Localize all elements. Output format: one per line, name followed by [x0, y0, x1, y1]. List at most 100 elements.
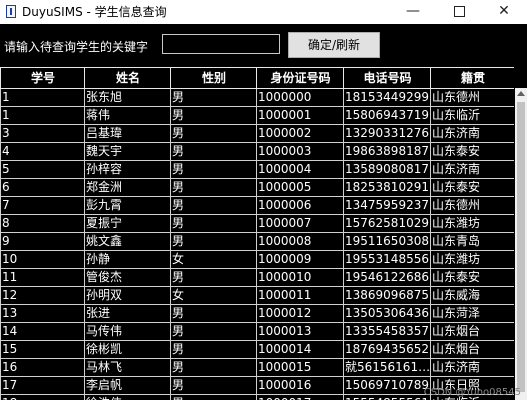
cell-gender[interactable]: 男 [170, 196, 257, 215]
cell-hometown[interactable]: 山东泰安 [430, 178, 514, 197]
cell-hometown[interactable]: 山东威海 [430, 286, 514, 305]
cell-gender[interactable]: 女 [170, 286, 257, 305]
cell-gender[interactable]: 男 [170, 358, 257, 377]
cell-hometown[interactable]: 山东济南 [430, 124, 514, 143]
maximize-button[interactable] [436, 0, 482, 24]
vertical-scrollbar[interactable] [515, 88, 527, 400]
cell-id-card[interactable]: 1000010 [256, 268, 344, 287]
cell-id-card[interactable]: 1000005 [256, 178, 344, 197]
cell-gender[interactable]: 男 [170, 214, 257, 233]
cell-gender[interactable]: 男 [170, 340, 257, 359]
cell-student-id[interactable]: 5 [0, 160, 85, 179]
cell-name[interactable]: 马传伟 [84, 322, 171, 341]
cell-name[interactable]: 蒋伟 [84, 106, 171, 125]
cell-phone[interactable]: 19511650308 [343, 232, 431, 251]
cell-gender[interactable]: 男 [170, 394, 257, 400]
search-input[interactable] [162, 34, 280, 54]
table-row[interactable]: 6 郑金洲男 1000005 18253810291 山东泰安 [0, 178, 514, 197]
cell-gender[interactable]: 男 [170, 124, 257, 143]
cell-hometown[interactable]: 山东济南 [430, 358, 514, 377]
cell-hometown[interactable]: 山东德州 [430, 196, 514, 215]
table-row[interactable]: 5 孙梓容男 1000004 13589080817 山东济南 [0, 160, 514, 179]
cell-name[interactable]: 魏天宇 [84, 142, 171, 161]
table-row[interactable]: 1 蒋伟男 1000001 15806943719 山东临沂 [0, 106, 514, 125]
cell-hometown[interactable]: 山东德州 [430, 88, 514, 107]
close-button[interactable]: ✕ [481, 0, 527, 24]
cell-student-id[interactable]: 10 [0, 250, 85, 269]
minimize-button[interactable]: — [390, 0, 436, 24]
cell-phone[interactable]: 15554855561 [343, 394, 431, 400]
cell-gender[interactable]: 男 [170, 268, 257, 287]
cell-student-id[interactable]: 1 [0, 88, 85, 107]
cell-phone[interactable]: 13589080817 [343, 160, 431, 179]
table-row[interactable]: 10 孙静女 1000009 19553148556 山东潍坊 [0, 250, 514, 269]
scroll-up-arrow-icon[interactable] [517, 91, 525, 96]
cell-phone[interactable]: 15806943719 [343, 106, 431, 125]
cell-student-id[interactable]: 1 [0, 106, 85, 125]
table-row[interactable]: 13 张进男 1000012 13505306436 山东菏泽 [0, 304, 514, 323]
table-row[interactable]: 15 徐彬凯男 1000014 18769435652 山东烟台 [0, 340, 514, 359]
table-row[interactable]: 16 马林飞男 1000015 就56156161… 山东济南 [0, 358, 514, 377]
cell-student-id[interactable]: 16 [0, 358, 85, 377]
cell-id-card[interactable]: 1000015 [256, 358, 344, 377]
cell-phone[interactable]: 19863898187 [343, 142, 431, 161]
table-row[interactable]: 9 姚文鑫男 1000008 19511650308 山东青岛 [0, 232, 514, 251]
cell-name[interactable]: 管俊杰 [84, 268, 171, 287]
cell-hometown[interactable]: 山东菏泽 [430, 304, 514, 323]
cell-name[interactable]: 姚文鑫 [84, 232, 171, 251]
cell-phone[interactable]: 19546122686 [343, 268, 431, 287]
cell-gender[interactable]: 男 [170, 232, 257, 251]
cell-id-card[interactable]: 1000007 [256, 214, 344, 233]
cell-gender[interactable]: 男 [170, 178, 257, 197]
cell-hometown[interactable]: 山东临沂 [430, 106, 514, 125]
cell-phone[interactable]: 15069710789 [343, 376, 431, 395]
table-row[interactable]: 8 夏振宁男 1000007 15762581029 山东潍坊 [0, 214, 514, 233]
scrollbar-thumb[interactable] [517, 102, 525, 392]
cell-student-id[interactable]: 12 [0, 286, 85, 305]
cell-student-id[interactable]: 18 [0, 394, 85, 400]
cell-id-card[interactable]: 1000014 [256, 340, 344, 359]
table-row[interactable]: 7 彭九霄男 1000006 13475959237 山东德州 [0, 196, 514, 215]
cell-hometown[interactable]: 山东烟台 [430, 322, 514, 341]
cell-name[interactable]: 吕基瑋 [84, 124, 171, 143]
cell-gender[interactable]: 男 [170, 88, 257, 107]
table-row[interactable]: 4 魏天宇男 1000003 19863898187 山东泰安 [0, 142, 514, 161]
cell-student-id[interactable]: 3 [0, 124, 85, 143]
column-header-gender[interactable]: 性别 [170, 67, 257, 89]
cell-name[interactable]: 李启帆 [84, 376, 171, 395]
cell-phone[interactable]: 13869096875 [343, 286, 431, 305]
cell-phone[interactable]: 13475959237 [343, 196, 431, 215]
cell-student-id[interactable]: 14 [0, 322, 85, 341]
cell-phone[interactable]: 19553148556 [343, 250, 431, 269]
cell-hometown[interactable]: 山东烟台 [430, 340, 514, 359]
cell-hometown[interactable]: 山东泰安 [430, 268, 514, 287]
cell-id-card[interactable]: 1000008 [256, 232, 344, 251]
cell-id-card[interactable]: 1000011 [256, 286, 344, 305]
table-row[interactable]: 11 管俊杰男 1000010 19546122686 山东泰安 [0, 268, 514, 287]
cell-id-card[interactable]: 1000006 [256, 196, 344, 215]
cell-id-card[interactable]: 1000012 [256, 304, 344, 323]
cell-id-card[interactable]: 1000013 [256, 322, 344, 341]
cell-id-card[interactable]: 1000001 [256, 106, 344, 125]
column-header-id[interactable]: 学号 [0, 67, 85, 89]
column-header-id-card[interactable]: 身份证号码 [256, 67, 344, 89]
cell-name[interactable]: 徐浩伟 [84, 394, 171, 400]
cell-phone[interactable]: 13355458357 [343, 322, 431, 341]
table-row[interactable]: 12 孙明双女 1000011 13869096875 山东威海 [0, 286, 514, 305]
cell-phone[interactable]: 15762581029 [343, 214, 431, 233]
cell-student-id[interactable]: 9 [0, 232, 85, 251]
table-row[interactable]: 3 吕基瑋男 1000002 13290331276 山东济南 [0, 124, 514, 143]
cell-id-card[interactable]: 1000009 [256, 250, 344, 269]
cell-id-card[interactable]: 1000017 [256, 394, 344, 400]
cell-name[interactable]: 孙梓容 [84, 160, 171, 179]
cell-gender[interactable]: 男 [170, 160, 257, 179]
cell-hometown[interactable]: 山东泰安 [430, 142, 514, 161]
table-row[interactable]: 14 马传伟男 1000013 13355458357 山东烟台 [0, 322, 514, 341]
cell-student-id[interactable]: 11 [0, 268, 85, 287]
cell-name[interactable]: 马林飞 [84, 358, 171, 377]
cell-name[interactable]: 孙明双 [84, 286, 171, 305]
cell-hometown[interactable]: 山东潍坊 [430, 250, 514, 269]
cell-phone[interactable]: 18769435652 [343, 340, 431, 359]
cell-phone[interactable]: 18253810291 [343, 178, 431, 197]
table-row[interactable]: 1 张东旭男 1000000 18153449299 山东德州 [0, 88, 514, 107]
